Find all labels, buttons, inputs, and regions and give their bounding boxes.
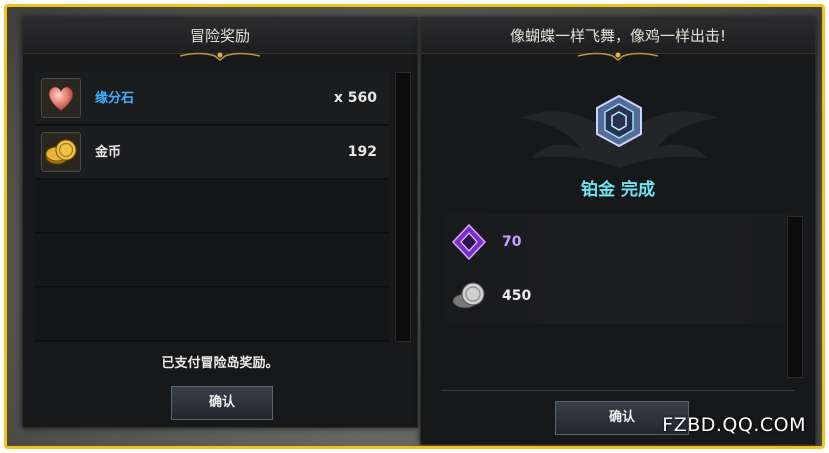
header-ornament-icon: [577, 52, 659, 61]
scrollbar[interactable]: [395, 72, 411, 342]
reward-list: 缘分石 x 560 金币 192: [35, 72, 389, 342]
status-message: 已支付冒险岛奖励。: [161, 356, 279, 371]
item-quantity: x 560: [333, 90, 377, 106]
platinum-emblem-icon: [519, 94, 719, 168]
list-item: 金币 192: [35, 126, 389, 179]
item-name: 金币: [95, 145, 122, 160]
header-ornament-icon: [179, 52, 261, 61]
silver-coins-icon: [452, 282, 485, 309]
adventure-reward-panel: 冒险奖励 缘分石 x 560 金币 192 已支付冒险岛奖励。 确认: [22, 17, 418, 428]
reward-value: 70: [502, 234, 522, 250]
list-item: [35, 234, 389, 287]
confirm-button[interactable]: 确认: [171, 386, 273, 420]
gold-coins-icon: [41, 132, 81, 172]
list-item: [35, 180, 389, 233]
list-item: 缘分石 x 560: [35, 72, 389, 125]
item-name: 缘分石: [95, 91, 135, 106]
reward-value: 450: [502, 288, 532, 304]
watermark-text: FZBD.QQ.COM: [662, 414, 806, 436]
heart-stone-icon: [41, 78, 81, 118]
screenshot-frame: 冒险奖励 缘分石 x 560 金币 192 已支付冒险岛奖励。 确认 像蝴蝶一样…: [4, 4, 825, 449]
list-item: 70: [445, 218, 795, 266]
quest-complete-panel: 像蝴蝶一样飞舞，像鸡一样出击! 铂金 完成 70 450 确认: [420, 17, 816, 445]
list-item: 450: [445, 272, 795, 320]
item-quantity: 192: [347, 144, 377, 160]
divider: [441, 390, 795, 391]
purple-crystal-icon: [451, 223, 487, 261]
scrollbar[interactable]: [787, 216, 803, 378]
reward-list: 70 450: [445, 214, 793, 324]
grade-label: 铂金 完成: [581, 180, 655, 200]
list-item: [35, 288, 389, 341]
